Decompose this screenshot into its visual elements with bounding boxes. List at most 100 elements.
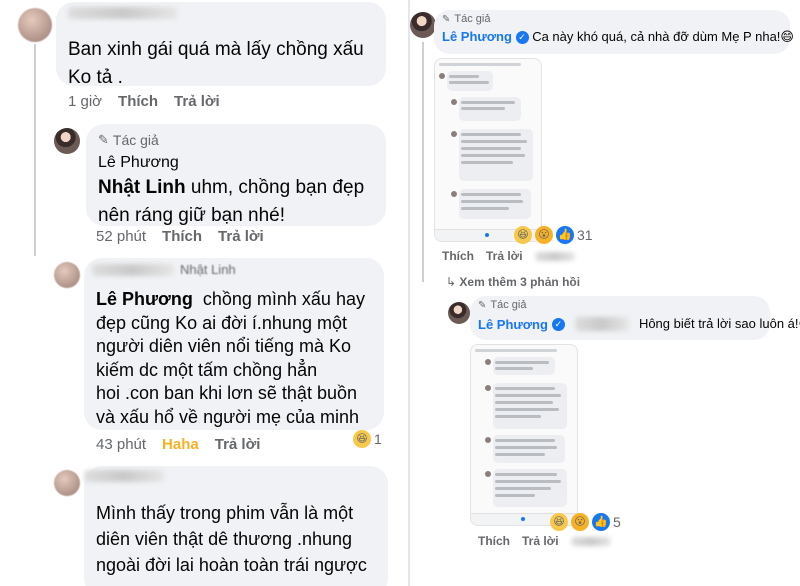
reaction-count-badge[interactable]: 😆 1 bbox=[353, 430, 382, 448]
author-tag-label: Tác giả bbox=[112, 132, 159, 148]
like-button[interactable]: Thích bbox=[162, 228, 202, 245]
mini-search-bar bbox=[475, 349, 557, 352]
thread-connector bbox=[422, 42, 424, 282]
comment-bubble: Mình thấy trong phim vẫn là một diên viê… bbox=[84, 466, 388, 586]
comment-time: 1 giờ bbox=[68, 93, 103, 110]
author-reply-bubble: ✎ Tác giả Lê Phương ✓ Hông biết trả lời … bbox=[470, 296, 800, 340]
author-avatar[interactable] bbox=[54, 128, 80, 154]
mini-text bbox=[449, 81, 489, 84]
wow-icon: 😮 bbox=[535, 226, 553, 244]
blurred-commenter-name bbox=[84, 470, 164, 482]
author-tag: ✎ Tác giả bbox=[98, 132, 159, 148]
mini-avatar bbox=[485, 437, 491, 443]
like-icon: 👍 bbox=[556, 226, 574, 244]
reply-content: Lê Phương ✓ Ca này khó quá, cả nhà đỡ dù… bbox=[442, 29, 794, 45]
thread-connector bbox=[34, 44, 36, 256]
attached-screenshot-image[interactable] bbox=[434, 58, 542, 242]
mention-name[interactable]: Nhật Linh bbox=[98, 177, 186, 198]
mini-text bbox=[461, 147, 521, 150]
verified-icon: ✓ bbox=[515, 31, 529, 45]
commenter-avatar[interactable] bbox=[18, 8, 52, 42]
like-button[interactable]: Thích bbox=[118, 93, 158, 110]
reply-button[interactable]: Trả lời bbox=[218, 228, 264, 245]
haha-icon: 😆 bbox=[514, 226, 532, 244]
mini-text bbox=[461, 161, 513, 164]
mini-avatar bbox=[485, 359, 491, 365]
mini-avatar bbox=[451, 191, 457, 197]
reply-time: 52 phút bbox=[96, 228, 147, 245]
right-screenshot-panel: ✎ Tác giả Lê Phương ✓ Ca này khó quá, cả… bbox=[410, 0, 800, 586]
mini-avatar bbox=[451, 131, 457, 137]
mention-name[interactable]: Lê Phương bbox=[96, 289, 193, 309]
reply-actions: Thích Trả lời bbox=[442, 249, 575, 263]
author-tag-label: Tác giả bbox=[454, 13, 491, 25]
mini-text bbox=[495, 401, 553, 404]
reply-content: Lê Phương ✓ Hông biết trả lời sao luôn á… bbox=[478, 316, 800, 332]
mini-text bbox=[495, 408, 559, 411]
comment-text: Lê Phương chồng mình xấu hay đẹp cũng Ko… bbox=[96, 289, 365, 427]
reaction-count: 1 bbox=[374, 431, 382, 447]
pen-icon: ✎ bbox=[442, 13, 451, 25]
author-tag-label: Tác giả bbox=[490, 299, 527, 311]
blurred-time bbox=[570, 536, 611, 546]
reply-button[interactable]: Trả lời bbox=[174, 93, 220, 110]
reply-actions: Thích Trả lời bbox=[478, 534, 611, 548]
attached-screenshot-image[interactable] bbox=[470, 344, 578, 526]
mini-avatar bbox=[485, 385, 491, 391]
like-button[interactable]: Thích bbox=[442, 249, 474, 263]
mini-bubble bbox=[493, 357, 555, 375]
comment-actions: 43 phút Haha Trả lời bbox=[96, 436, 260, 453]
reaction-count-badge[interactable]: 😆 😮 👍 5 bbox=[550, 513, 621, 531]
mini-text bbox=[495, 487, 551, 490]
mini-text bbox=[461, 101, 515, 104]
reaction-count: 5 bbox=[613, 514, 621, 530]
left-screenshot-panel: Ban xinh gái quá mà lấy chồng xấu Ko tả … bbox=[0, 0, 408, 586]
verified-icon: ✓ bbox=[551, 317, 565, 331]
mini-text bbox=[495, 494, 535, 497]
haha-icon: 😆 bbox=[353, 430, 371, 448]
reply-arrow-icon: ↳ bbox=[446, 275, 457, 289]
mini-text bbox=[495, 361, 549, 364]
mini-text bbox=[495, 480, 561, 483]
author-name[interactable]: Lê Phương bbox=[442, 29, 512, 44]
mini-avatar bbox=[451, 99, 457, 105]
author-avatar[interactable] bbox=[410, 12, 436, 38]
mini-search-bar bbox=[439, 63, 521, 66]
haha-icon: 😆 bbox=[550, 513, 568, 531]
comment-actions: 1 giờ Thích Trả lời bbox=[68, 93, 220, 110]
reply-text: Nhật Linh uhm, chồng bạn đẹp nên ráng gi… bbox=[98, 177, 365, 226]
mini-text bbox=[495, 473, 557, 476]
mini-text bbox=[461, 207, 509, 210]
mini-text bbox=[495, 387, 555, 390]
blurred-commenter-name bbox=[92, 264, 174, 276]
reply-text: Ca này khó quá, cả nhà đỡ dùm Mẹ P nha!😄 bbox=[532, 29, 794, 44]
commenter-avatar[interactable] bbox=[54, 470, 80, 496]
wow-icon: 😮 bbox=[571, 513, 589, 531]
author-tag: ✎ Tác giả bbox=[478, 299, 526, 311]
commenter-avatar[interactable] bbox=[54, 262, 80, 288]
mini-text bbox=[495, 415, 541, 418]
comment-text: Mình thấy trong phim vẫn là một diên viê… bbox=[96, 503, 367, 575]
blurred-mention bbox=[574, 317, 629, 331]
mini-text bbox=[461, 133, 521, 136]
pen-icon: ✎ bbox=[478, 299, 487, 311]
reaction-count-badge[interactable]: 😆 😮 👍 31 bbox=[514, 226, 593, 244]
mini-avatar bbox=[439, 73, 445, 79]
reply-button[interactable]: Trả lời bbox=[522, 534, 559, 548]
view-more-replies-link[interactable]: ↳ Xem thêm 3 phản hồi bbox=[446, 275, 580, 289]
mini-text bbox=[461, 193, 521, 196]
comment-time: 43 phút bbox=[96, 436, 147, 453]
author-name[interactable]: Lê Phương bbox=[98, 154, 179, 172]
mini-text bbox=[495, 394, 561, 397]
author-avatar[interactable] bbox=[448, 302, 470, 324]
reaction-count: 31 bbox=[577, 227, 593, 243]
author-reply-bubble: ✎ Tác giả Lê Phương Nhật Linh uhm, chồng… bbox=[86, 124, 386, 226]
author-name[interactable]: Lê Phương bbox=[478, 317, 548, 332]
like-button[interactable]: Thích bbox=[478, 534, 510, 548]
blurred-commenter-name bbox=[68, 7, 178, 19]
reply-button[interactable]: Trả lời bbox=[215, 436, 261, 453]
reply-button[interactable]: Trả lời bbox=[486, 249, 523, 263]
comment-text: Ban xinh gái quá mà lấy chồng xấu Ko tả … bbox=[68, 39, 364, 88]
haha-reaction-button[interactable]: Haha bbox=[162, 436, 199, 453]
mini-text bbox=[495, 453, 545, 456]
